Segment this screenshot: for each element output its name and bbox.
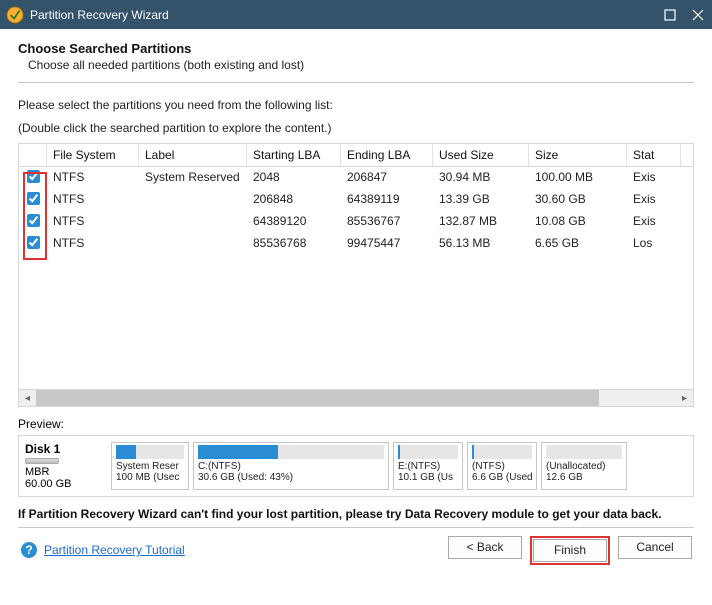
warning-text: If Partition Recovery Wizard can't find … [18, 507, 694, 521]
table-row[interactable]: NTFS 6438912085536767132.87 MB10.08 GBExi… [19, 211, 693, 233]
cell-fs: NTFS [47, 167, 139, 189]
cell-size: 6.65 GB [529, 233, 627, 255]
cell-used: 30.94 MB [433, 167, 529, 189]
partition-box[interactable]: C:(NTFS)30.6 GB (Used: 43%) [193, 442, 389, 490]
cell-fs: NTFS [47, 189, 139, 211]
partition-table: File System Label Starting LBA Ending LB… [18, 143, 694, 407]
help-icon: ? [20, 541, 38, 559]
disk-preview: Disk 1 MBR 60.00 GB System Reser100 MB (… [18, 435, 694, 497]
instruction-line-1: Please select the partitions you need fr… [18, 97, 694, 114]
row-checkbox[interactable] [27, 236, 40, 249]
partition-box[interactable]: (NTFS)6.6 GB (Used: [467, 442, 537, 490]
col-ending-lba[interactable]: Ending LBA [341, 144, 433, 166]
row-checkbox[interactable] [27, 192, 40, 205]
disk-info: Disk 1 MBR 60.00 GB [25, 442, 107, 490]
table-row[interactable]: NTFSSystem Reserved204820684730.94 MB100… [19, 167, 693, 189]
page-heading: Choose Searched Partitions [18, 41, 694, 56]
close-button[interactable] [684, 0, 712, 29]
title-bar: Partition Recovery Wizard [0, 0, 712, 29]
cell-start: 206848 [247, 189, 341, 211]
partition-label: E:(NTFS) [398, 461, 458, 472]
cell-end: 85536767 [341, 211, 433, 233]
footer: ? Partition Recovery Tutorial < Back Fin… [18, 536, 694, 565]
disk-name: Disk 1 [25, 442, 107, 456]
partition-box[interactable]: E:(NTFS)10.1 GB (Us [393, 442, 463, 490]
cell-status: Exis [627, 167, 681, 189]
page-subheading: Choose all needed partitions (both exist… [28, 58, 694, 72]
cancel-button[interactable]: Cancel [618, 536, 692, 559]
partition-box[interactable]: System Reser100 MB (Usec [111, 442, 189, 490]
back-button[interactable]: < Back [448, 536, 522, 559]
tutorial-link[interactable]: Partition Recovery Tutorial [44, 543, 185, 557]
cell-status: Los [627, 233, 681, 255]
svg-text:?: ? [25, 543, 32, 557]
divider [18, 82, 694, 83]
cell-label [139, 233, 247, 255]
partition-label: System Reser [116, 461, 184, 472]
cell-start: 2048 [247, 167, 341, 189]
row-checkbox[interactable] [27, 214, 40, 227]
partition-size: 100 MB (Usec [116, 472, 184, 483]
partition-label: (NTFS) [472, 461, 532, 472]
horizontal-scrollbar[interactable]: ◂ ▸ [19, 389, 693, 406]
partition-box[interactable]: (Unallocated)12.6 GB [541, 442, 627, 490]
col-size[interactable]: Size [529, 144, 627, 166]
col-label[interactable]: Label [139, 144, 247, 166]
cell-size: 30.60 GB [529, 189, 627, 211]
table-body: NTFSSystem Reserved204820684730.94 MB100… [19, 167, 693, 389]
help-link-area: ? Partition Recovery Tutorial [20, 541, 185, 559]
disk-size: 60.00 GB [25, 478, 107, 490]
partition-size: 30.6 GB (Used: 43%) [198, 472, 384, 483]
disk-type: MBR [25, 466, 107, 478]
instruction-line-2: (Double click the searched partition to … [18, 120, 694, 137]
col-status[interactable]: Stat [627, 144, 681, 166]
scroll-right-arrow[interactable]: ▸ [676, 390, 693, 407]
col-check [19, 144, 47, 166]
cell-end: 206847 [341, 167, 433, 189]
cell-label [139, 189, 247, 211]
table-header: File System Label Starting LBA Ending LB… [19, 144, 693, 167]
cell-end: 64389119 [341, 189, 433, 211]
partition-size: 6.6 GB (Used: [472, 472, 532, 483]
cell-used: 56.13 MB [433, 233, 529, 255]
scroll-left-arrow[interactable]: ◂ [19, 390, 36, 407]
table-row[interactable]: NTFS 855367689947544756.13 MB6.65 GBLos [19, 233, 693, 255]
app-icon [6, 6, 24, 24]
scrollbar-thumb[interactable] [36, 390, 599, 406]
disk-icon [25, 458, 59, 464]
partition-label: (Unallocated) [546, 461, 622, 472]
cell-start: 64389120 [247, 211, 341, 233]
cell-end: 99475447 [341, 233, 433, 255]
partition-label: C:(NTFS) [198, 461, 384, 472]
partition-size: 12.6 GB [546, 472, 622, 483]
partition-size: 10.1 GB (Us [398, 472, 458, 483]
col-filesystem[interactable]: File System [47, 144, 139, 166]
col-starting-lba[interactable]: Starting LBA [247, 144, 341, 166]
cell-status: Exis [627, 211, 681, 233]
cell-size: 10.08 GB [529, 211, 627, 233]
cell-start: 85536768 [247, 233, 341, 255]
cell-status: Exis [627, 189, 681, 211]
cell-size: 100.00 MB [529, 167, 627, 189]
preview-label: Preview: [18, 417, 694, 431]
divider-bottom [18, 527, 694, 528]
window-title: Partition Recovery Wizard [30, 8, 656, 22]
maximize-button[interactable] [656, 0, 684, 29]
col-used-size[interactable]: Used Size [433, 144, 529, 166]
cell-label: System Reserved [139, 167, 247, 189]
cell-fs: NTFS [47, 233, 139, 255]
cell-fs: NTFS [47, 211, 139, 233]
cell-label [139, 211, 247, 233]
finish-highlight: Finish [530, 536, 610, 565]
table-row[interactable]: NTFS 2068486438911913.39 GB30.60 GBExis [19, 189, 693, 211]
row-checkbox[interactable] [27, 170, 40, 183]
cell-used: 13.39 GB [433, 189, 529, 211]
cell-used: 132.87 MB [433, 211, 529, 233]
finish-button[interactable]: Finish [533, 539, 607, 562]
